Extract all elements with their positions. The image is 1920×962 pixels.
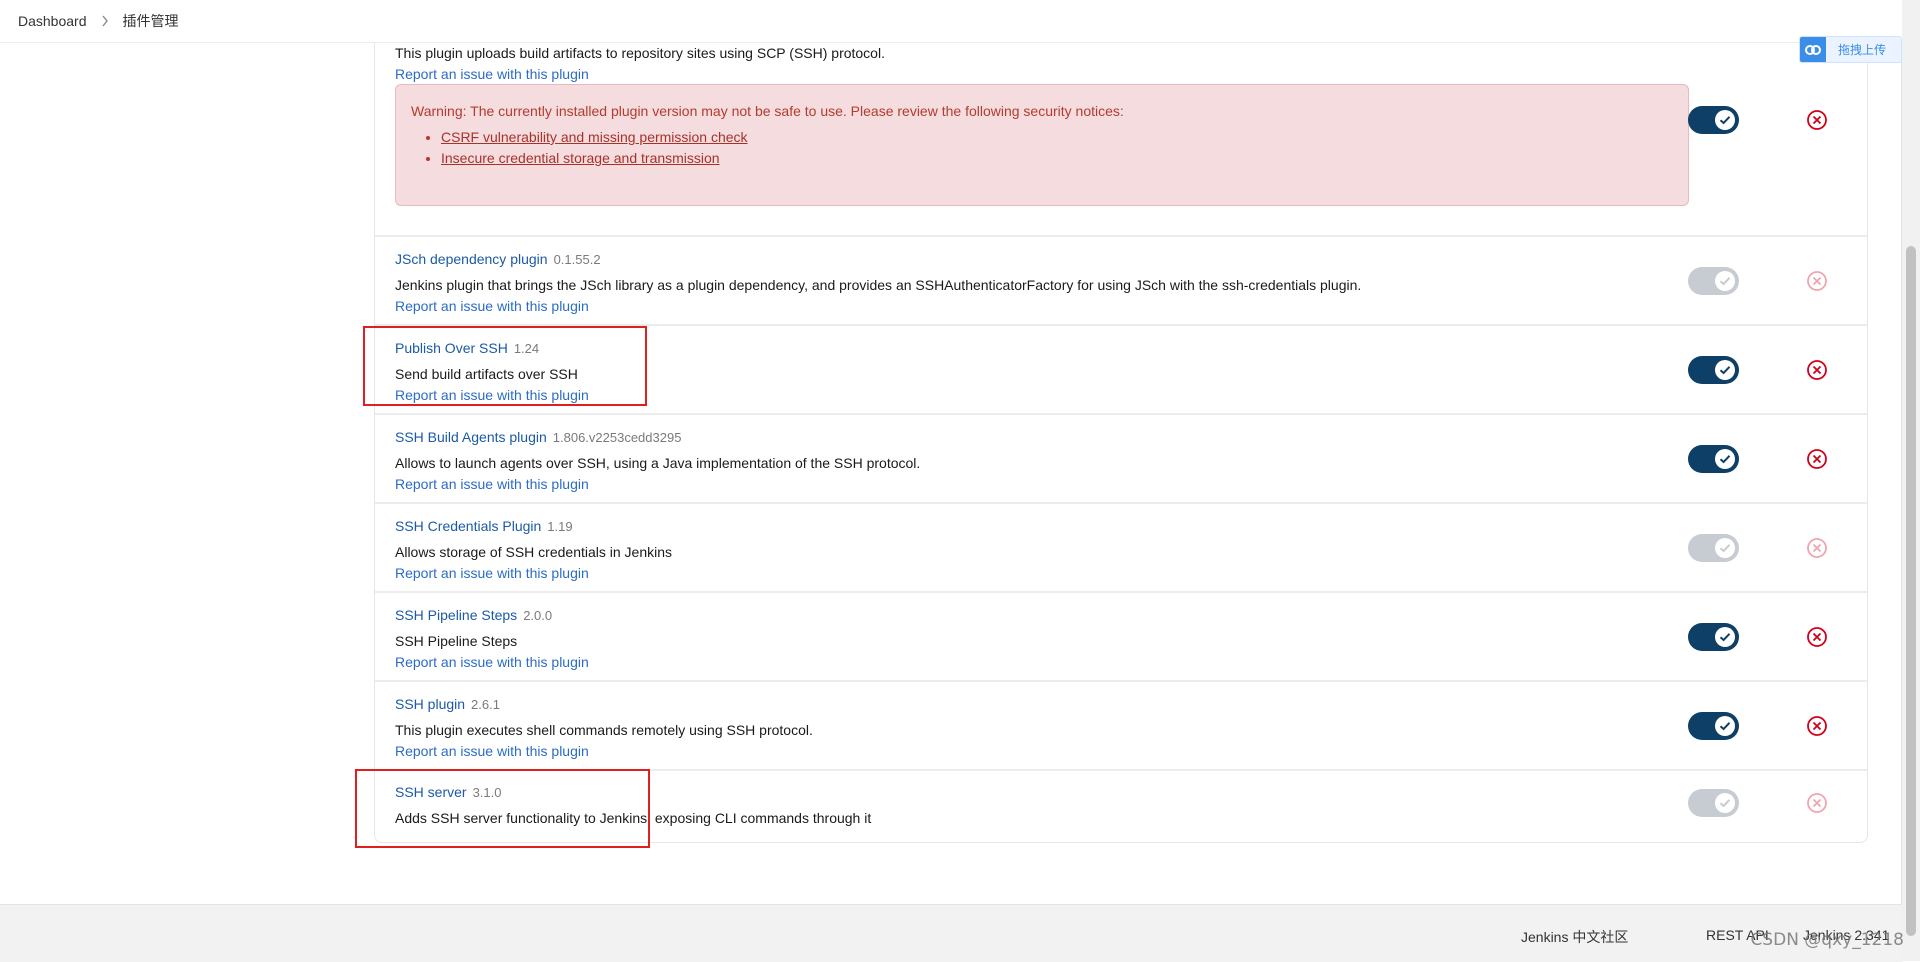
plugin-name[interactable]: JSch dependency plugin bbox=[395, 251, 548, 267]
uninstall-icon[interactable] bbox=[1806, 270, 1828, 292]
plugin-version: 2.6.1 bbox=[471, 697, 500, 712]
warning-list: CSRF vulnerability and missing permissio… bbox=[411, 129, 748, 171]
check-icon bbox=[1715, 449, 1735, 469]
plugin-description: Send build artifacts over SSH bbox=[395, 366, 578, 382]
plugin-description: Allows to launch agents over SSH, using … bbox=[395, 455, 921, 471]
check-icon bbox=[1715, 627, 1735, 647]
plugin-description: This plugin executes shell commands remo… bbox=[395, 722, 813, 738]
plugin-row: Publish Over SSH 1.24 Send build artifact… bbox=[375, 326, 1867, 415]
check-icon bbox=[1715, 538, 1735, 558]
plugin-version: 3.1.0 bbox=[472, 785, 502, 800]
enable-toggle[interactable] bbox=[1688, 445, 1739, 473]
report-issue-link[interactable]: Report an issue with this plugin bbox=[395, 565, 589, 581]
plugin-row: JSch dependency plugin 0.1.55.2 Jenkins p… bbox=[375, 237, 1867, 326]
plugin-row: SSH Credentials Plugin 1.19 Allows storag… bbox=[375, 504, 1867, 593]
footer-community-link[interactable]: Jenkins 中文社区 bbox=[1521, 927, 1628, 947]
check-icon bbox=[1715, 716, 1735, 736]
warning-title: Warning: The currently installed plugin … bbox=[411, 103, 1124, 119]
check-icon bbox=[1715, 360, 1735, 380]
check-icon bbox=[1715, 793, 1735, 813]
plugin-name[interactable]: SSH plugin bbox=[395, 696, 465, 712]
uninstall-icon[interactable] bbox=[1806, 109, 1828, 131]
plugin-description: This plugin uploads build artifacts to r… bbox=[395, 45, 885, 61]
enable-toggle[interactable] bbox=[1688, 267, 1739, 295]
plugin-version: 2.0.0 bbox=[523, 608, 553, 623]
cloud-upload-icon bbox=[1800, 37, 1826, 62]
plugin-version: 0.1.55.2 bbox=[553, 252, 601, 267]
scrollbar[interactable] bbox=[1901, 0, 1920, 961]
breadcrumb-plugin-manager[interactable]: 插件管理 bbox=[123, 11, 179, 31]
plugin-row: SSH Build Agents plugin 1.806.v2253cedd32… bbox=[375, 415, 1867, 504]
enable-toggle[interactable] bbox=[1688, 623, 1739, 651]
breadcrumb: Dashboard 插件管理 bbox=[0, 0, 1902, 43]
plugin-row: SSH plugin 2.6.1 This plugin executes she… bbox=[375, 682, 1867, 771]
plugin-name[interactable]: SSH server bbox=[395, 784, 467, 800]
upload-widget[interactable]: 拖拽上传 bbox=[1799, 36, 1902, 63]
check-icon bbox=[1715, 110, 1735, 130]
plugin-version: 1.806.v2253cedd3295 bbox=[552, 430, 682, 445]
enable-toggle[interactable] bbox=[1688, 712, 1739, 740]
scrollbar-thumb[interactable] bbox=[1906, 246, 1916, 936]
plugin-description: Jenkins plugin that brings the JSch libr… bbox=[395, 277, 1362, 293]
uninstall-icon[interactable] bbox=[1806, 359, 1828, 381]
report-issue-link[interactable]: Report an issue with this plugin bbox=[395, 743, 589, 759]
warning-link[interactable]: CSRF vulnerability and missing permissio… bbox=[441, 129, 748, 145]
plugin-name[interactable]: SSH Credentials Plugin bbox=[395, 518, 541, 534]
plugin-version: 1.19 bbox=[547, 519, 573, 534]
uninstall-icon[interactable] bbox=[1806, 792, 1828, 814]
plugin-description: Adds SSH server functionality to Jenkins… bbox=[395, 810, 872, 826]
footer: Jenkins 中文社区 REST API Jenkins 2.341 bbox=[0, 904, 1902, 962]
uninstall-icon[interactable] bbox=[1806, 626, 1828, 648]
security-warning: Warning: The currently installed plugin … bbox=[395, 84, 1689, 206]
check-icon bbox=[1715, 271, 1735, 291]
report-issue-link[interactable]: Report an issue with this plugin bbox=[395, 66, 589, 82]
plugin-version: 1.24 bbox=[513, 341, 540, 356]
watermark: CSDN @qxy_1218 bbox=[1750, 930, 1904, 950]
report-issue-link[interactable]: Report an issue with this plugin bbox=[395, 654, 589, 670]
upload-label: 拖拽上传 bbox=[1838, 43, 1887, 57]
plugin-list: This plugin uploads build artifacts to r… bbox=[374, 0, 1868, 843]
plugin-row: SSH server 3.1.0 Adds SSH server function… bbox=[375, 771, 1867, 841]
report-issue-link[interactable]: Report an issue with this plugin bbox=[395, 387, 589, 403]
plugin-name[interactable]: SSH Build Agents plugin bbox=[395, 429, 547, 445]
plugin-name[interactable]: Publish Over SSH bbox=[395, 340, 508, 356]
plugin-row: SSH Pipeline Steps 2.0.0 SSH Pipeline Ste… bbox=[375, 593, 1867, 682]
plugin-description: Allows storage of SSH credentials in Jen… bbox=[395, 544, 673, 560]
enable-toggle[interactable] bbox=[1688, 106, 1739, 134]
enable-toggle[interactable] bbox=[1688, 356, 1739, 384]
report-issue-link[interactable]: Report an issue with this plugin bbox=[395, 298, 589, 314]
uninstall-icon[interactable] bbox=[1806, 448, 1828, 470]
plugin-description: SSH Pipeline Steps bbox=[395, 633, 518, 649]
enable-toggle[interactable] bbox=[1688, 534, 1739, 562]
warning-item: CSRF vulnerability and missing permissio… bbox=[441, 129, 748, 145]
breadcrumb-dashboard[interactable]: Dashboard bbox=[18, 13, 87, 29]
warning-item: Insecure credential storage and transmis… bbox=[441, 150, 748, 166]
plugin-name[interactable]: SSH Pipeline Steps bbox=[395, 607, 517, 623]
report-issue-link[interactable]: Report an issue with this plugin bbox=[395, 476, 589, 492]
warning-link[interactable]: Insecure credential storage and transmis… bbox=[441, 150, 720, 166]
chevron-right-icon bbox=[101, 15, 109, 27]
uninstall-icon[interactable] bbox=[1806, 715, 1828, 737]
enable-toggle[interactable] bbox=[1688, 789, 1739, 817]
uninstall-icon[interactable] bbox=[1806, 537, 1828, 559]
